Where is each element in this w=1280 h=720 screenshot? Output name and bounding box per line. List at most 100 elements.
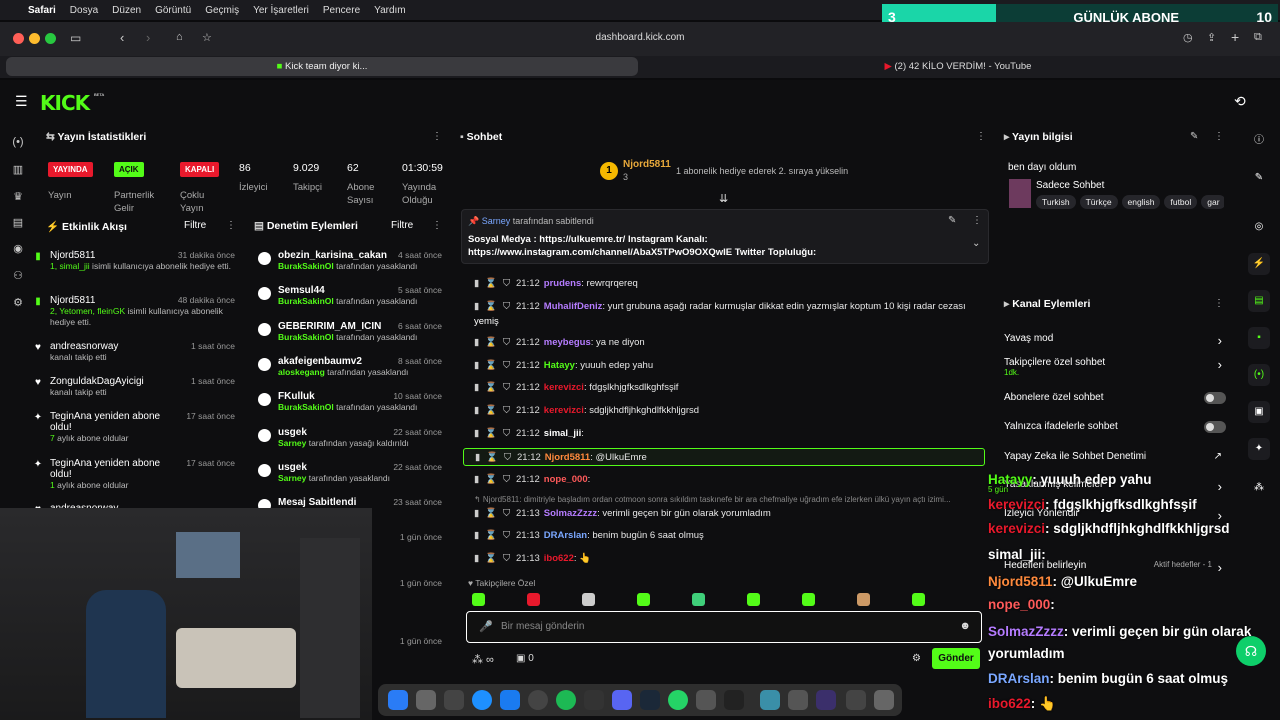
emote-1[interactable] [472,593,485,606]
system-settings-icon[interactable] [416,690,436,710]
moderation-menu-icon[interactable]: ⋮ [432,220,442,231]
spotify-icon[interactable] [556,690,576,710]
channel-action[interactable]: Takipçilere özel sohbet 1dk. › [1004,357,1226,377]
collapse-icon[interactable]: ⇊ [719,192,728,205]
settings-icon[interactable]: ⚙ [10,296,26,312]
kick-k-icon[interactable]: ⟲ [1234,93,1246,110]
edit-info-icon[interactable]: ✎ [1190,131,1198,142]
activity-name[interactable]: TeginAna yeniden abone oldu! [50,411,170,433]
finder-icon[interactable] [388,690,408,710]
recent-app-2-icon[interactable] [846,690,866,710]
external-link-icon[interactable]: ↗ [1214,451,1222,462]
stream-tag[interactable]: futbol [1164,195,1198,209]
app-store-icon[interactable] [500,690,520,710]
sidebar-toggle-icon[interactable]: ▭ [70,31,81,45]
tab-overview-icon[interactable]: ⧉ [1254,31,1262,44]
chat-username[interactable]: kerevizci [544,382,584,393]
emote-3[interactable] [582,593,595,606]
obs-icon[interactable] [584,690,604,710]
emote-6[interactable] [747,593,760,606]
activity-name[interactable]: TeginAna yeniden abone oldu! [50,458,170,480]
chevron-right-icon[interactable]: › [1218,357,1222,372]
info-menu-icon[interactable]: ⋮ [1214,131,1224,142]
activity-icon[interactable] [528,690,548,710]
chevron-right-icon[interactable]: › [1218,560,1222,575]
safari-icon[interactable] [472,690,492,710]
zoom-window-button[interactable] [45,33,56,44]
moderator-name[interactable]: BurakSakinOl [278,261,334,271]
actions-menu-icon[interactable]: ⋮ [1214,298,1224,309]
whatsapp-icon[interactable] [668,690,688,710]
menu-file[interactable]: Dosya [70,5,98,16]
channel-action[interactable]: Yapay Zeka ile Sohbet Denetimi ↗ [1004,451,1226,462]
moderation-filter-button[interactable]: Filtre [391,220,413,231]
folder-icon[interactable] [760,690,780,710]
analytics-icon[interactable]: ▥ [10,163,26,179]
recent-app-icon[interactable] [816,690,836,710]
emote-8[interactable] [857,593,870,606]
chat-username[interactable]: DRArslan [544,530,587,541]
right-target-icon[interactable]: ◎ [1248,216,1270,238]
launchpad-icon[interactable] [444,690,464,710]
pinned-menu-icon[interactable]: ⋮ [972,215,982,226]
emote-5[interactable] [692,593,705,606]
stream-tag[interactable]: Türkçe [1079,195,1118,209]
right-lightning-icon[interactable]: ⚡ [1248,253,1270,275]
stream-tag[interactable]: english [1121,195,1161,209]
right-info-icon[interactable]: ⓘ [1248,130,1270,152]
channel-action[interactable]: Yavaş mod › [1004,333,1226,348]
home-icon[interactable]: ⌂ [176,31,183,43]
channel-action[interactable]: Abonelere özel sohbet [1004,392,1226,404]
chat-username[interactable]: ibo622 [544,553,574,564]
chat-username[interactable]: kerevizci [544,405,584,416]
mod-tools-icon[interactable]: ▮⌛⛉ [474,334,516,352]
menu-bookmarks[interactable]: Yer İşaretleri [253,5,309,16]
right-card-icon[interactable]: ▣ [1248,401,1270,423]
steam-icon[interactable] [640,690,660,710]
mod-tools-icon[interactable]: ▮⌛⛉ [474,471,516,489]
tab-youtube[interactable]: ▶ (2) 42 KİLO VERDİM! - YouTube [642,57,1274,76]
mod-tools-icon[interactable]: ▮⌛⛉ [474,402,516,420]
discord-icon[interactable] [612,690,632,710]
back-icon[interactable]: ‹ [120,30,124,45]
chat-username[interactable]: MuhalifDeniz [544,301,603,312]
menu-edit[interactable]: Düzen [112,5,141,16]
mod-tools-icon[interactable]: ▮⌛⛉ [474,379,516,397]
activity-filter-button[interactable]: Filtre [184,220,206,231]
trophy-icon[interactable]: ♛ [10,190,26,206]
right-doc-icon[interactable]: ▤ [1248,290,1270,312]
activity-name[interactable]: ZonguldakDagAyicigi [50,376,170,387]
mod-tools-icon[interactable]: ▮⌛⛉ [474,357,516,375]
category-name[interactable]: Sadece Sohbet [1036,180,1104,191]
chat-username[interactable]: meybegus [544,337,591,348]
stream-tag[interactable]: gar [1201,195,1224,209]
emote-2[interactable] [527,593,540,606]
moderator-name[interactable]: BurakSakinOl [278,402,334,412]
channel-action-toggle[interactable] [1204,421,1226,433]
chat-username[interactable]: SolmazZzzz [544,508,597,519]
chat-menu-icon[interactable]: ⋮ [976,131,986,142]
forward-icon[interactable]: › [146,30,150,45]
activity-name[interactable]: Njord5811 [50,250,170,261]
mod-tools-icon[interactable]: ▮⌛⛉ [474,425,516,443]
share-icon[interactable]: ⇪ [1207,31,1216,44]
right-broadcast-icon[interactable]: (•) [1248,364,1270,386]
channel-action[interactable]: Yalnızca ifadelerle sohbet [1004,421,1226,433]
emote-9[interactable] [912,593,925,606]
moderator-name[interactable]: Sarney [278,438,306,448]
chevron-right-icon[interactable]: › [1218,333,1222,348]
preview-icon[interactable] [696,690,716,710]
tab-kick[interactable]: ■ Kick team diyor ki... [6,57,638,76]
bookmark-star-icon[interactable]: ☆ [202,31,212,44]
moderator-name[interactable]: BurakSakinOl [278,296,334,306]
activity-menu-icon[interactable]: ⋮ [226,220,236,231]
send-button[interactable]: Gönder [932,648,980,669]
moderator-name[interactable]: Sarney [278,473,306,483]
chat-input-box[interactable]: 🎤 Bir mesaj gönderin ☻ [466,611,982,643]
infinity-points-icon[interactable]: ⁂ ∞ [472,653,494,666]
chat-username[interactable]: Hatayy [544,360,575,371]
mod-tools-icon[interactable]: ▮⌛⛉ [475,449,517,467]
new-tab-icon[interactable]: + [1231,29,1239,45]
mic-icon[interactable]: 🎤 [479,620,493,633]
screenshot-icon[interactable] [788,690,808,710]
